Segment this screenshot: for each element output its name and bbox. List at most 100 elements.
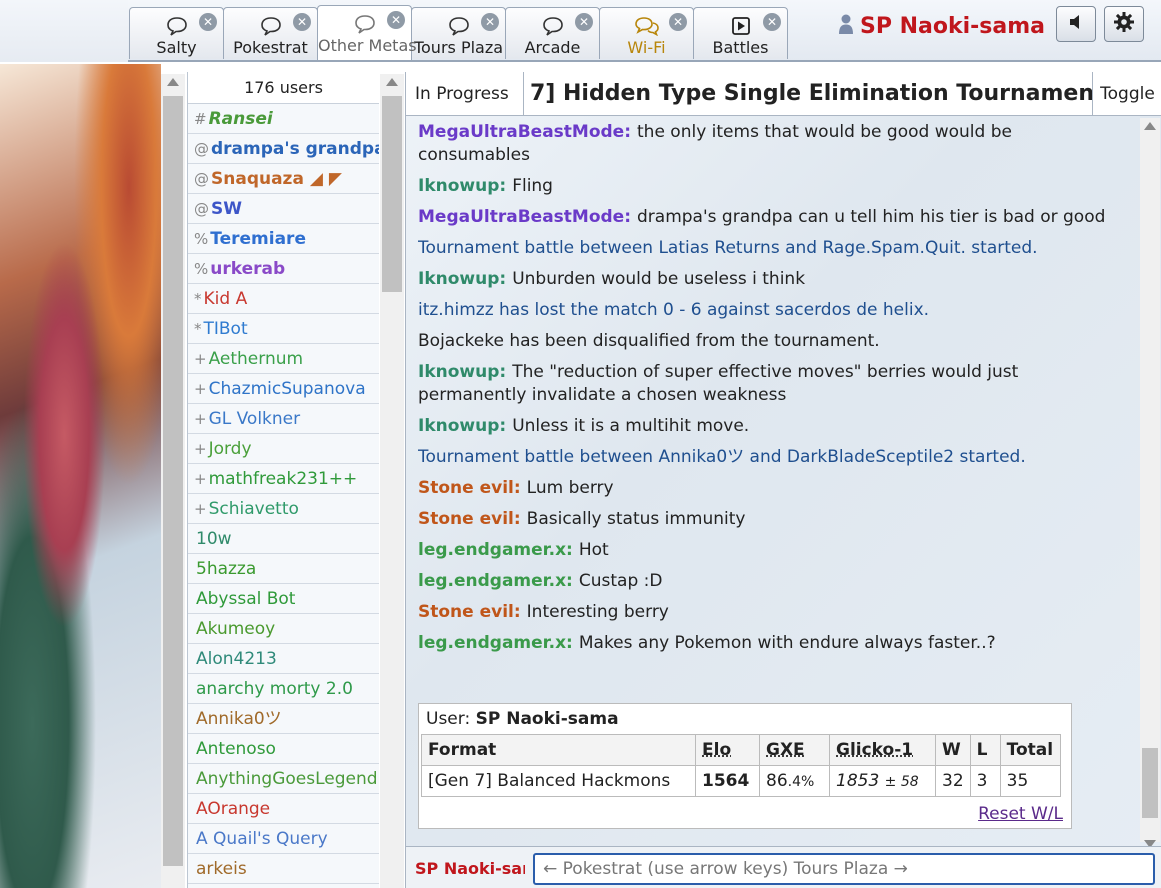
message-author[interactable]: leg.endgamer.x: [418,571,573,591]
message-author[interactable]: MegaUltraBeastMode: [418,207,631,227]
user-list-item[interactable]: + Jordy [188,434,379,464]
user-list-item[interactable]: AnythingGoesLegend [188,764,379,794]
message-author[interactable]: Stone evil: [418,602,521,622]
user-list-item[interactable]: + Aethernum [188,344,379,374]
user-list-item[interactable]: Akumeoy [188,614,379,644]
user-list-item[interactable]: AOrange [188,794,379,824]
user-name[interactable]: GL Volkner [209,409,301,429]
close-icon[interactable]: ✕ [387,11,405,29]
user-name[interactable]: A Quail's Query [196,829,328,849]
user-list-item[interactable]: A Quail's Query [188,824,379,854]
user-name[interactable]: Abyssal Bot [196,589,295,609]
user-list-item[interactable]: Abyssal Bot [188,584,379,614]
username[interactable]: SP Naoki-sama [860,14,1045,39]
tab-arcade[interactable]: Arcade ✕ [505,7,600,59]
tab-battles[interactable]: Battles ✕ [693,7,788,59]
reset-wl-link[interactable]: Reset W/L [978,804,1063,824]
user-name[interactable]: Alon4213 [196,649,277,669]
chat-scrollbar[interactable] [1140,118,1160,842]
user-name[interactable]: Kid A [204,289,248,309]
tab-wifi[interactable]: Wi-Fi ✕ [599,7,694,59]
tab-pokestrat[interactable]: Pokestrat ✕ [223,7,318,59]
chat-input[interactable]: ← Pokestrat (use arrow keys) Tours Plaza… [533,853,1155,885]
user-name[interactable]: mathfreak231++ [209,469,358,489]
user-name[interactable]: Antenoso [196,739,276,759]
user-list-item[interactable]: Alon4213 [188,644,379,674]
message-author[interactable]: Iknowup: [418,176,506,196]
user-list-item[interactable]: + Schiavetto [188,494,379,524]
user-list-item[interactable]: % urkerab [188,254,379,284]
user-name[interactable]: Annika0ツ [196,709,282,729]
user-name[interactable]: 10w [196,529,232,549]
close-icon[interactable]: ✕ [669,13,687,31]
user-name[interactable]: Akumeoy [196,619,275,639]
user-list-item[interactable]: Antenoso [188,734,379,764]
user-list-scrollbar[interactable] [380,74,404,888]
user-name[interactable]: AnythingGoesLegend [196,769,378,789]
user-name[interactable]: drampa's grandpa [211,139,379,159]
message-author[interactable]: Iknowup: [418,269,506,289]
close-icon[interactable]: ✕ [763,13,781,31]
scrollbar-thumb[interactable] [382,96,402,292]
user-name[interactable]: Snaquaza ◢ ◤ [211,169,342,189]
page-scrollbar[interactable] [161,74,185,888]
scroll-up-icon[interactable] [1144,122,1156,130]
tournament-toggle-button[interactable]: Toggle [1092,72,1161,116]
close-icon[interactable]: ✕ [199,13,217,31]
user-list-item[interactable]: @ Snaquaza ◢ ◤ [188,164,379,194]
user-name[interactable]: arkeis [196,859,247,879]
tab-label: Tours Plaza [412,38,505,57]
user-name[interactable]: urkerab [210,259,285,279]
scroll-up-icon[interactable] [167,78,179,86]
user-name[interactable]: ChazmicSupanova [209,379,366,399]
user-list-item[interactable]: 10w [188,524,379,554]
user-list-item[interactable]: # Ransei [188,104,379,134]
user-name[interactable]: Teremiare [210,229,306,249]
user-list-item[interactable]: + mathfreak231++ [188,464,379,494]
user-name[interactable]: AOrange [196,799,270,819]
user-area[interactable]: SP Naoki-sama [838,10,1045,42]
user-list-item[interactable]: Annika0ツ [188,704,379,734]
tournament-status[interactable]: In Progress [406,72,524,116]
user-rank-symbol: + [194,410,207,428]
tab-tours-plaza[interactable]: Tours Plaza ✕ [411,7,506,59]
scrollbar-thumb[interactable] [1142,748,1158,818]
scroll-up-icon[interactable] [386,78,398,86]
message-author[interactable]: Stone evil: [418,478,521,498]
tournament-title[interactable]: 7] Hidden Type Single Elimination Tourna… [524,72,1092,116]
close-icon[interactable]: ✕ [293,13,311,31]
user-name[interactable]: Schiavetto [209,499,299,519]
user-count[interactable]: 176 users [188,72,379,104]
user-name[interactable]: 5hazza [196,559,256,579]
user-name[interactable]: anarchy morty 2.0 [196,679,353,699]
close-icon[interactable]: ✕ [481,13,499,31]
close-icon[interactable]: ✕ [575,13,593,31]
message-author[interactable]: Iknowup: [418,362,506,382]
user-name[interactable]: Jordy [209,439,252,459]
user-name[interactable]: TIBot [204,319,248,339]
user-list-item[interactable]: % Teremiare [188,224,379,254]
message-author[interactable]: MegaUltraBeastMode: [418,122,631,142]
tab-other-metas[interactable]: Other Metas ✕ [317,5,412,60]
user-list-item[interactable]: * TIBot [188,314,379,344]
tab-salty[interactable]: Salty ✕ [129,7,224,59]
user-list-item[interactable]: + GL Volkner [188,404,379,434]
message-author[interactable]: Iknowup: [418,416,506,436]
user-name[interactable]: Ransei [209,109,273,129]
user-name[interactable]: SW [211,199,242,219]
user-name[interactable]: Aethernum [209,349,304,369]
sound-button[interactable] [1056,6,1096,42]
user-list-item[interactable]: + ChazmicSupanova [188,374,379,404]
user-list-item[interactable]: 5hazza [188,554,379,584]
user-list-item[interactable]: @ drampa's grandpa [188,134,379,164]
user-list-item[interactable]: arkeis [188,854,379,884]
user-list-item[interactable]: @ SW [188,194,379,224]
user-list-item[interactable]: anarchy morty 2.0 [188,674,379,704]
scrollbar-thumb[interactable] [163,96,183,866]
settings-button[interactable] [1104,6,1144,42]
user-rank-symbol: % [194,260,208,278]
message-author[interactable]: leg.endgamer.x: [418,540,573,560]
message-author[interactable]: Stone evil: [418,509,521,529]
message-author[interactable]: leg.endgamer.x: [418,633,573,653]
user-list-item[interactable]: * Kid A [188,284,379,314]
